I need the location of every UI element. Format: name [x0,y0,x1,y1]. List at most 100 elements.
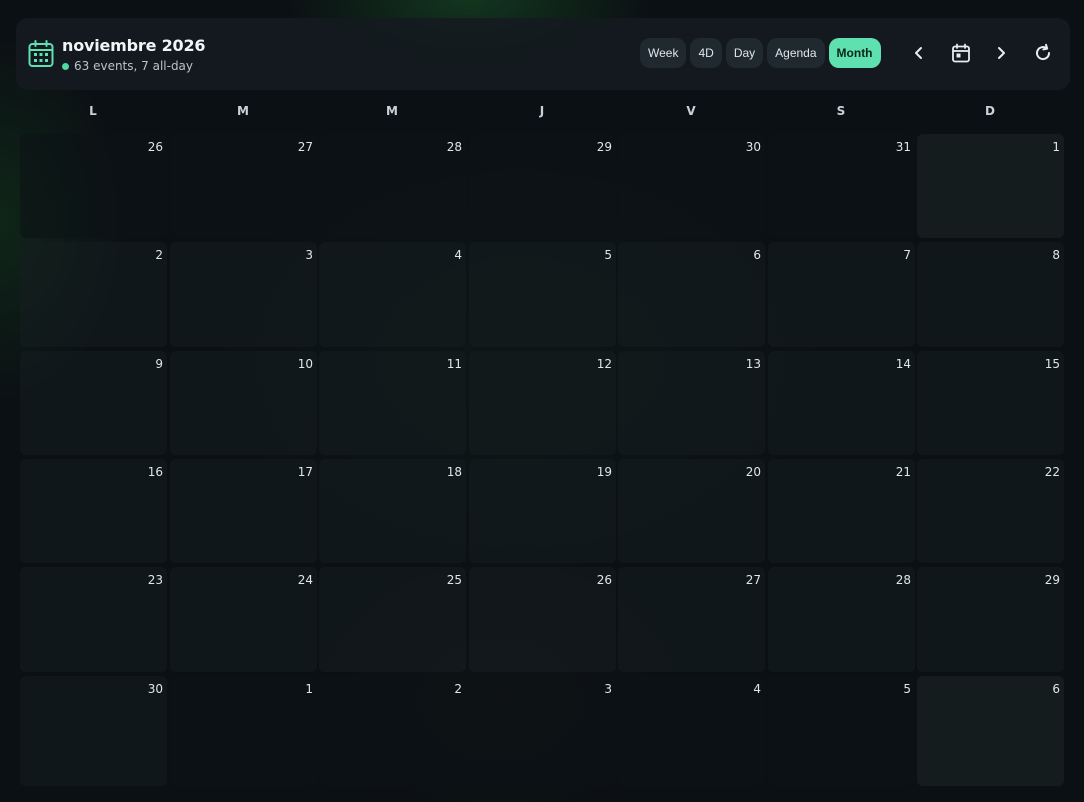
day-cell[interactable]: 11 [319,351,466,455]
event-summary: 63 events, 7 all-day [62,59,193,73]
day-cell[interactable]: 1 [170,676,317,786]
day-number: 6 [1052,682,1060,696]
day-cell[interactable]: 8 [917,242,1064,347]
weekday-label: S [836,104,846,118]
day-cell[interactable]: 26 [20,134,167,238]
day-cell[interactable]: 4 [618,676,765,786]
day-cell[interactable]: 2 [319,676,466,786]
day-number: 28 [895,573,911,587]
weekday-label: V [686,104,696,118]
chevron-right-icon [998,47,1005,59]
day-number: 12 [596,357,612,371]
day-cell[interactable]: 5 [469,242,616,347]
day-cell[interactable]: 21 [768,459,915,563]
next-month-button[interactable] [986,38,1016,68]
day-cell[interactable]: 28 [319,134,466,238]
day-cell[interactable]: 19 [469,459,616,563]
view-switcher: Week 4D Day Agenda Month [640,38,881,70]
day-cell[interactable]: 2 [20,242,167,347]
view-month-button[interactable]: Month [828,38,881,68]
refresh-button[interactable] [1028,38,1058,68]
day-number: 31 [895,140,911,154]
day-number: 29 [1044,573,1060,587]
day-number: 10 [297,357,313,371]
day-cell[interactable]: 3 [469,676,616,786]
day-number: 18 [446,465,462,479]
day-number: 23 [147,573,163,587]
day-cell[interactable]: 7 [768,242,915,347]
day-number: 5 [604,248,612,262]
day-number: 4 [753,682,761,696]
day-cell[interactable]: 25 [319,567,466,672]
day-number: 3 [604,682,612,696]
day-cell[interactable]: 20 [618,459,765,563]
day-cell[interactable]: 27 [618,567,765,672]
weekday-label: M [386,104,398,118]
weekday-label: D [985,104,995,118]
day-number: 21 [895,465,911,479]
day-cell[interactable]: 29 [917,567,1064,672]
view-week-button[interactable]: Week [640,38,687,68]
day-cell[interactable]: 15 [917,351,1064,455]
day-number: 16 [147,465,163,479]
day-cell[interactable]: 30 [618,134,765,238]
day-number: 8 [1052,248,1060,262]
day-number: 11 [446,357,462,371]
month-grid: 26 27 28 29 30 31 1 2 3 4 5 6 7 8 9 10 11 12 13 14 15 16 17 18 1… [20,134,1066,788]
day-number: 2 [155,248,163,262]
day-cell[interactable]: 31 [768,134,915,238]
day-cell[interactable]: 10 [170,351,317,455]
day-number: 30 [147,682,163,696]
day-cell[interactable]: 12 [469,351,616,455]
day-cell[interactable]: 23 [20,567,167,672]
weekday-label: L [89,104,97,118]
day-number: 28 [446,140,462,154]
day-cell[interactable]: 26 [469,567,616,672]
day-cell[interactable]: 14 [768,351,915,455]
day-cell[interactable]: 6 [618,242,765,347]
day-cell[interactable]: 5 [768,676,915,786]
day-cell[interactable]: 27 [170,134,317,238]
day-number: 1 [1052,140,1060,154]
day-cell[interactable]: 1 [917,134,1064,238]
day-number: 19 [596,465,612,479]
calendar-today-icon [952,43,970,63]
day-number: 6 [753,248,761,262]
day-cell[interactable]: 6 [917,676,1064,786]
day-number: 25 [446,573,462,587]
day-number: 22 [1044,465,1060,479]
day-number: 26 [147,140,163,154]
day-cell[interactable]: 18 [319,459,466,563]
day-cell[interactable]: 28 [768,567,915,672]
today-button[interactable] [946,38,976,68]
day-number: 4 [454,248,462,262]
day-number: 27 [297,140,313,154]
day-cell[interactable]: 16 [20,459,167,563]
day-cell[interactable]: 13 [618,351,765,455]
weekday-label: M [237,104,249,118]
view-day-button[interactable]: Day [725,38,764,68]
calendar-panel: noviembre 2026 63 events, 7 all-day Week… [0,0,1084,802]
day-number: 14 [895,357,911,371]
day-cell[interactable]: 4 [319,242,466,347]
day-cell[interactable]: 3 [170,242,317,347]
view-agenda-button[interactable]: Agenda [767,38,825,68]
day-number: 29 [596,140,612,154]
day-cell[interactable]: 22 [917,459,1064,563]
day-number: 1 [305,682,313,696]
day-cell[interactable]: 29 [469,134,616,238]
day-number: 7 [903,248,911,262]
day-number: 20 [745,465,761,479]
day-number: 3 [305,248,313,262]
day-number: 17 [297,465,313,479]
calendar-icon [28,40,54,67]
day-cell[interactable]: 9 [20,351,167,455]
day-cell[interactable]: 17 [170,459,317,563]
page-title: noviembre 2026 [62,36,206,55]
day-cell[interactable]: 24 [170,567,317,672]
view-4d-button[interactable]: 4D [690,38,722,68]
day-cell[interactable]: 30 [20,676,167,786]
previous-month-button[interactable] [904,38,934,68]
chevron-left-icon [915,47,922,59]
status-dot-icon [62,62,69,70]
